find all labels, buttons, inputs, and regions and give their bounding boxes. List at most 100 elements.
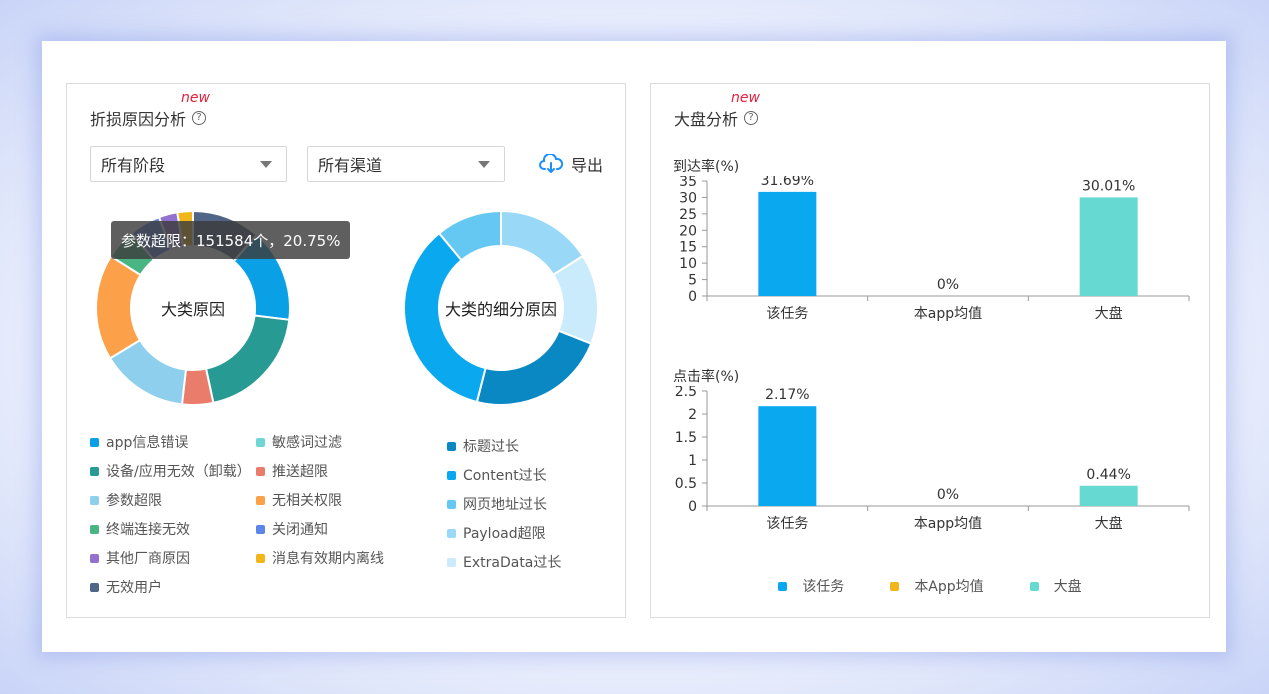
bar-value-label: 0.44% (1086, 467, 1130, 483)
legend-swatch (90, 553, 99, 563)
legend-label: ExtraData过长 (463, 555, 562, 571)
legend-swatch (447, 441, 456, 451)
bar[interactable] (758, 191, 817, 296)
help-icon[interactable]: ? (744, 111, 759, 125)
x-tick-label: 大盘 (1095, 305, 1123, 322)
legend-label: 参数超限 (106, 493, 162, 509)
donut1-center-label: 大类原因 (160, 300, 226, 319)
y-tick-label: 30 (679, 190, 697, 206)
bar[interactable] (1079, 197, 1138, 296)
legend-swatch (90, 437, 99, 447)
legend-swatch (90, 466, 99, 476)
x-tick-label: 本app均值 (914, 516, 982, 532)
legend-label: 推送超限 (272, 464, 328, 480)
legend-item[interactable]: 标题过长 (447, 436, 519, 456)
legend-label: Payload超限 (463, 526, 546, 542)
donut-slice[interactable] (475, 329, 593, 406)
panel-title-text: 大盘分析 (674, 110, 739, 129)
dashboard-canvas: new 折损原因分析 ? 所有阶段 所有渠道 导出 大类原因 大类的细分原因 参… (42, 41, 1226, 652)
legend-swatch (447, 499, 456, 509)
legend-swatch (778, 581, 788, 591)
legend-item[interactable]: 设备/应用无效（卸载） (90, 461, 251, 481)
legend-item[interactable]: 无效用户 (90, 577, 162, 597)
y-tick-label: 1.5 (675, 430, 697, 446)
legend-item[interactable]: Payload超限 (447, 523, 546, 543)
legend-item[interactable]: 终端连接无效 (90, 519, 190, 539)
y-tick-label: 0.5 (675, 476, 697, 492)
legend-item[interactable]: 消息有效期内离线 (256, 548, 384, 568)
donut-slice[interactable] (204, 314, 291, 405)
x-tick-label: 大盘 (1095, 515, 1123, 532)
legend-item[interactable]: ExtraData过长 (447, 552, 561, 572)
channel-select[interactable]: 所有渠道 (307, 146, 505, 182)
legend-item[interactable]: 推送超限 (256, 461, 328, 481)
legend-label: 无相关权限 (272, 493, 342, 509)
y-tick-label: 20 (679, 223, 697, 239)
legend-item[interactable]: 大盘 (1029, 576, 1082, 596)
panel-title: 大盘分析 ? (674, 106, 759, 130)
click-rate-chart: 0 0.5 1 1.5 2 2.5 2.17% 该任务 0% 本app均值 0.44% 大盘 (675, 386, 1190, 532)
legend-item[interactable]: 参数超限 (90, 490, 162, 510)
legend-label: 该任务 (802, 579, 845, 595)
legend-label: app信息错误 (106, 435, 189, 451)
stage-select[interactable]: 所有阶段 (90, 146, 287, 182)
legend-swatch (256, 524, 265, 534)
legend-item[interactable]: 本App均值 (890, 576, 984, 596)
chevron-down-icon (478, 161, 490, 168)
legend-swatch (447, 528, 456, 538)
legend-swatch (890, 581, 900, 591)
legend-label: Content过长 (463, 468, 547, 484)
new-tag: new (731, 90, 760, 106)
loss-reason-panel: new 折损原因分析 ? 所有阶段 所有渠道 导出 大类原因 大类的细分原因 参… (66, 83, 626, 618)
legend-label: 敏感词过滤 (272, 435, 342, 451)
legend-swatch (256, 495, 265, 505)
x-tick-label: 该任务 (766, 306, 808, 322)
legend-swatch (447, 557, 456, 567)
chevron-down-icon (260, 161, 272, 168)
channel-select-value: 所有渠道 (318, 156, 383, 175)
bar-value-label: 0% (937, 277, 959, 293)
legend-label: 设备/应用无效（卸载） (106, 464, 251, 480)
y-tick-label: 5 (688, 273, 697, 289)
bar-value-label: 31.69% (761, 176, 814, 189)
legend-label: 关闭通知 (272, 522, 328, 538)
panel-title: 折损原因分析 ? (90, 106, 207, 130)
chart-tooltip: 参数超限：151584个，20.75% (111, 221, 351, 259)
legend-item[interactable]: 敏感词过滤 (256, 432, 342, 452)
legend-swatch (90, 582, 99, 592)
legend-item[interactable]: 网页地址过长 (447, 494, 547, 514)
market-analysis-panel: new 大盘分析 ? 到达率(%) 0 5 10 15 20 25 30 35 31.69% 该任… (650, 83, 1210, 618)
bar[interactable] (758, 406, 817, 506)
bar[interactable] (1079, 485, 1138, 506)
stage-select-value: 所有阶段 (101, 156, 166, 175)
arrival-rate-title: 到达率(%) (673, 159, 740, 175)
legend-item[interactable]: app信息错误 (90, 432, 188, 452)
bar-value-label: 2.17% (765, 387, 809, 403)
donut2-center-label: 大类的细分原因 (444, 300, 558, 319)
click-rate-title: 点击率(%) (673, 369, 740, 385)
x-tick-label: 该任务 (766, 516, 808, 532)
y-tick-label: 1 (688, 453, 697, 469)
panel-title-text: 折损原因分析 (90, 110, 187, 129)
legend-swatch (90, 495, 99, 505)
legend-label: 大盘 (1053, 579, 1082, 595)
legend-item[interactable]: 该任务 (778, 576, 844, 596)
export-button[interactable]: 导出 (539, 152, 603, 176)
y-tick-label: 2.5 (675, 386, 697, 400)
legend-item[interactable]: 关闭通知 (256, 519, 328, 539)
donut-sub-reasons: 大类的细分原因 (401, 208, 601, 412)
new-tag: new (181, 90, 210, 106)
bar-value-label: 0% (937, 487, 959, 503)
export-label: 导出 (571, 156, 604, 175)
help-icon[interactable]: ? (192, 111, 207, 125)
legend-item[interactable]: 其他厂商原因 (90, 548, 190, 568)
cloud-download-icon (539, 154, 563, 173)
legend-swatch (447, 470, 456, 480)
legend-label: 无效用户 (106, 580, 162, 596)
legend-item[interactable]: Content过长 (447, 465, 547, 485)
legend-label: 终端连接无效 (106, 522, 190, 538)
legend-item[interactable]: 无相关权限 (256, 490, 342, 510)
legend-swatch (256, 553, 265, 563)
legend-label: 本App均值 (914, 579, 984, 595)
y-tick-label: 2 (688, 407, 697, 423)
